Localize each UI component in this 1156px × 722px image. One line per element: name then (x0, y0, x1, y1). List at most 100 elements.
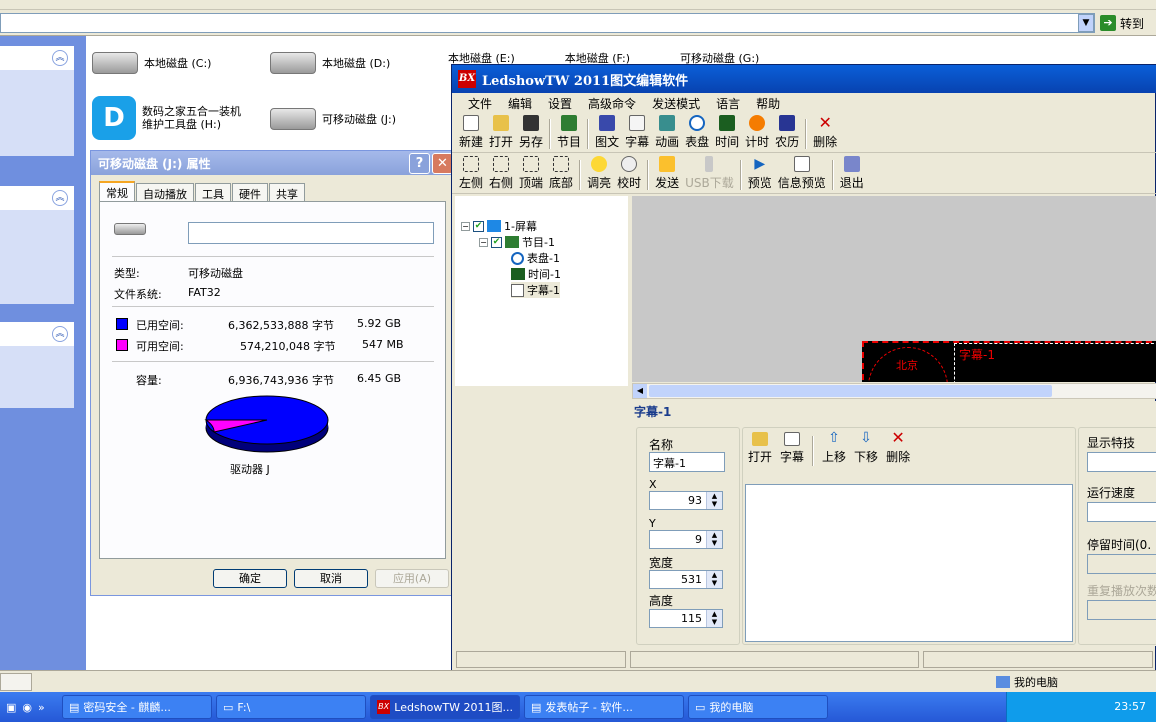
desktop-icon[interactable]: ▣ (6, 701, 16, 714)
y-stepper[interactable]: 9 ▲ ▼ (649, 530, 723, 549)
exit-button[interactable]: 退出 (837, 156, 867, 194)
repeat-count-field[interactable] (1087, 600, 1156, 620)
content-editor[interactable] (745, 484, 1073, 642)
drive-d[interactable]: 本地磁盘 (D:) (270, 52, 390, 74)
collapse-icon[interactable]: ︽ (52, 190, 68, 206)
menu-language[interactable]: 语言 (708, 93, 748, 113)
tree-item-time[interactable]: 时间-1 (511, 266, 561, 282)
height-stepper[interactable]: 115 ▲ ▼ (649, 609, 723, 628)
tree-item-screen[interactable]: − ✔ 1-屏幕 (461, 218, 537, 234)
dial-button[interactable]: 表盘 (682, 115, 712, 153)
tree-item-subtitle[interactable]: 字幕-1 (511, 282, 560, 298)
help-button[interactable]: ? (409, 153, 430, 174)
task-my-computer[interactable]: ▭ 我的电脑 (688, 695, 828, 719)
lunar-button[interactable]: 农历 (772, 115, 802, 153)
checkbox[interactable]: ✔ (473, 220, 484, 232)
menu-settings[interactable]: 设置 (540, 93, 580, 113)
graphic-text-button[interactable]: 图文 (592, 115, 622, 153)
horizontal-scrollbar[interactable]: ◀ (632, 383, 1156, 399)
menu-bar: 文件 编辑 设置 高级命令 发送模式 语言 帮助 (452, 93, 1156, 113)
tree-item-dial[interactable]: 表盘-1 (511, 250, 560, 266)
removable-disk-icon (270, 108, 316, 130)
delete-button[interactable]: ✕ 删除 (810, 115, 840, 153)
menu-advanced[interactable]: 高级命令 (580, 93, 644, 113)
tree-item-program[interactable]: − ✔ 节目-1 (479, 234, 555, 250)
menu-file[interactable]: 文件 (460, 93, 500, 113)
task-post[interactable]: ▤ 发表帖子 - 软件... (524, 695, 684, 719)
preview-button[interactable]: ▶ 预览 (745, 156, 775, 194)
ie-icon[interactable]: ◉ (22, 701, 32, 714)
align-bottom-button[interactable]: 底部 (546, 156, 576, 194)
time-icon (511, 268, 525, 280)
chevron-down-icon[interactable]: ▼ (1078, 14, 1094, 32)
subtitle-button[interactable]: 字幕 (622, 115, 652, 153)
section-title: 字幕-1 (634, 405, 672, 419)
chevron-icon[interactable]: » (38, 701, 45, 714)
quick-launch: ▣ ◉ » (0, 692, 60, 722)
time-button[interactable]: 时间 (712, 115, 742, 153)
drive-j[interactable]: 可移动磁盘 (J:) (270, 108, 396, 130)
brightness-button[interactable]: 调亮 (584, 156, 614, 194)
align-left-icon (463, 156, 479, 172)
play-icon: ▶ (754, 156, 766, 172)
align-top-button[interactable]: 顶端 (516, 156, 546, 194)
menu-send-mode[interactable]: 发送模式 (644, 93, 708, 113)
scroll-thumb[interactable] (649, 385, 1052, 397)
new-button[interactable]: 新建 (456, 115, 486, 153)
spinner-icon[interactable]: ▲ ▼ (706, 610, 722, 627)
collapse-icon[interactable]: − (461, 221, 470, 231)
go-arrow-icon: ➔ (1100, 15, 1116, 31)
open-button[interactable]: 打开 (486, 115, 516, 153)
spinner-icon[interactable]: ▲ ▼ (706, 492, 722, 509)
name-field[interactable]: 字幕-1 (649, 452, 725, 472)
timer-button[interactable]: 计时 (742, 115, 772, 153)
apply-button[interactable]: 应用(A) (375, 569, 449, 588)
task-ledshow[interactable]: BX LedshowTW 2011图... (370, 695, 520, 719)
spinner-icon[interactable]: ▲ ▼ (706, 531, 722, 548)
menu-help[interactable]: 帮助 (748, 93, 788, 113)
collapse-icon[interactable]: − (479, 237, 488, 247)
task-panel-3: ︽ (0, 322, 74, 408)
drive-h[interactable]: D 数码之家五合一装机 维护工具盘 (H:) (92, 96, 241, 140)
effect-select[interactable] (1087, 452, 1156, 472)
capacity-size: 6.45 GB (357, 372, 402, 385)
animation-button[interactable]: 动画 (652, 115, 682, 153)
speed-select[interactable] (1087, 502, 1156, 522)
task-password[interactable]: ▤ 密码安全 - 麒麟... (62, 695, 212, 719)
move-down-button[interactable]: ⇩ 下移 (851, 430, 881, 468)
dial-city-text: 北京 (896, 359, 918, 372)
content-subtitle-button[interactable]: 字幕 (777, 432, 807, 468)
used-size: 5.92 GB (357, 317, 402, 330)
cancel-button[interactable]: 取消 (294, 569, 368, 588)
x-stepper[interactable]: 93 ▲ ▼ (649, 491, 723, 510)
align-left-button[interactable]: 左侧 (456, 156, 486, 194)
task-f-drive[interactable]: ▭ F:\ (216, 695, 366, 719)
info-preview-button[interactable]: 信息预览 (775, 156, 829, 194)
send-button[interactable]: 发送 (652, 156, 682, 194)
collapse-icon[interactable]: ︽ (52, 326, 68, 342)
collapse-icon[interactable]: ︽ (52, 50, 68, 66)
program-button[interactable]: 节目 (554, 115, 584, 153)
menu-edit[interactable]: 编辑 (500, 93, 540, 113)
drive-c[interactable]: 本地磁盘 (C:) (92, 52, 211, 74)
save-as-button[interactable]: 另存 (516, 115, 546, 153)
spinner-icon[interactable]: ▲ ▼ (706, 571, 722, 588)
stay-time-field[interactable] (1087, 554, 1156, 574)
usb-download-button[interactable]: USB下载 (682, 156, 737, 194)
width-stepper[interactable]: 531 ▲ ▼ (649, 570, 723, 589)
move-up-button[interactable]: ⇧ 上移 (819, 430, 849, 468)
scroll-left-icon[interactable]: ◀ (633, 384, 647, 398)
volume-name-input[interactable] (188, 222, 434, 244)
content-open-button[interactable]: 打开 (745, 432, 775, 468)
close-button[interactable]: ✕ (432, 153, 453, 174)
ok-button[interactable]: 确定 (213, 569, 287, 588)
used-bytes: 6,362,533,888 字节 (228, 319, 334, 332)
content-delete-button[interactable]: ✕ 删除 (883, 430, 913, 468)
go-button[interactable]: ➔ 转到 (1100, 15, 1144, 31)
sync-time-button[interactable]: 校时 (614, 156, 644, 194)
address-input[interactable] (0, 13, 1095, 33)
checkbox[interactable]: ✔ (491, 236, 502, 248)
align-top-icon (523, 156, 540, 172)
align-right-button[interactable]: 右侧 (486, 156, 516, 194)
preview-canvas[interactable]: 北京 字幕-1 (632, 196, 1156, 382)
